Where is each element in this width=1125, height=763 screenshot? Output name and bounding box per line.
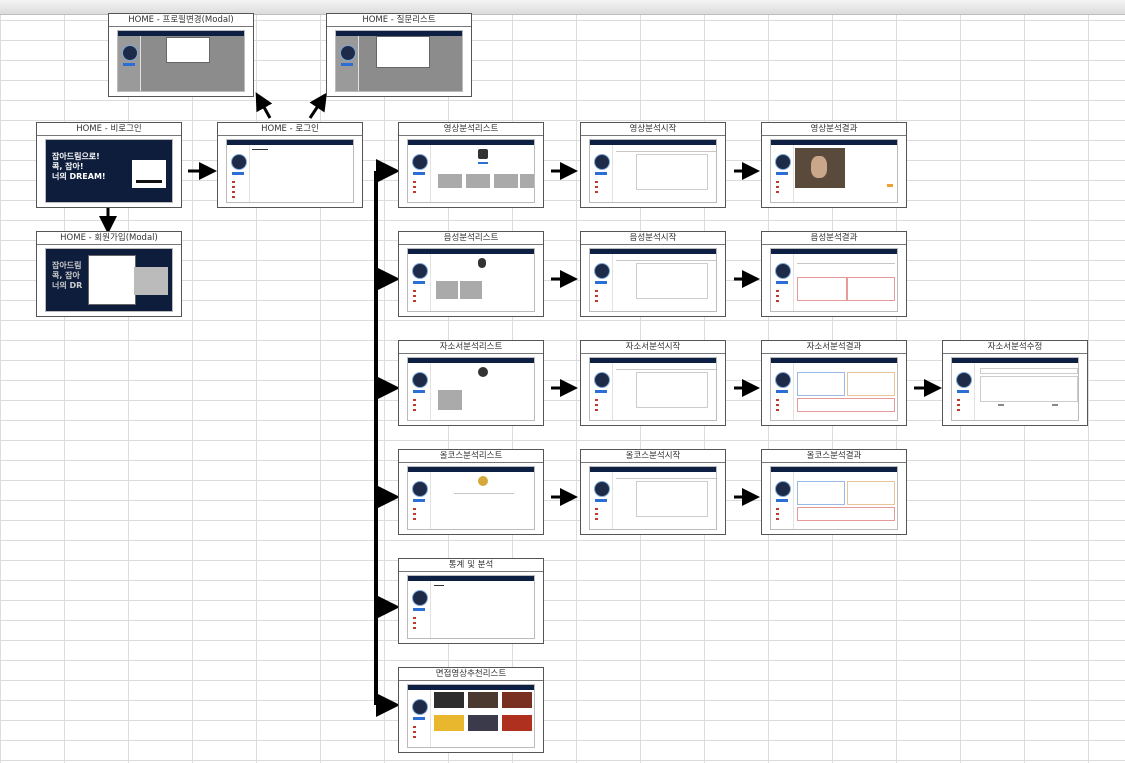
- screen-thumbnail: [770, 466, 898, 530]
- hero-line-2: 콕, 잡아!: [52, 162, 84, 171]
- screen-thumbnail: [407, 684, 535, 748]
- card-title: 통계 및 분석: [399, 559, 543, 572]
- card-title: 음성분석리스트: [399, 232, 543, 245]
- card-recommend: 면접영상추천리스트: [398, 667, 544, 753]
- screen-thumbnail: 잡아드림 콕, 잡아 너의 DR: [45, 248, 173, 312]
- card-voice-start: 음성분석시작: [580, 231, 726, 317]
- screen-thumbnail: [770, 357, 898, 421]
- card-title: HOME - 질문리스트: [327, 14, 471, 27]
- arrow-login-to-questions: [308, 92, 327, 119]
- arrow-login-to-profile: [255, 92, 273, 119]
- hero-signup-line-1: 잡아드림: [52, 261, 82, 270]
- screen-thumbnail: 잡아드림으로! 콕, 잡아! 너의 DREAM!: [45, 139, 173, 203]
- card-home-signup-modal: HOME - 회원가입(Modal) 잡아드림 콕, 잡아 너의 DR: [36, 231, 182, 317]
- card-title: 영상분석결과: [762, 123, 906, 136]
- card-essay-edit: 자소서분석수정: [942, 340, 1088, 426]
- screen-thumbnail: [770, 139, 898, 203]
- screen-thumbnail: [407, 575, 535, 639]
- card-course-result: 올코스분석결과: [761, 449, 907, 535]
- card-home-logged-in: HOME - 로그인: [217, 122, 363, 208]
- screen-thumbnail: [589, 248, 717, 312]
- screen-thumbnail: [589, 466, 717, 530]
- card-title: 영상분석리스트: [399, 123, 543, 136]
- hero-signup-line-3: 너의 DR: [52, 281, 83, 290]
- screen-thumbnail: [770, 248, 898, 312]
- card-title: 자소서분석수정: [943, 341, 1087, 354]
- card-title: 음성분석결과: [762, 232, 906, 245]
- card-title: 면접영상추천리스트: [399, 668, 543, 681]
- card-video-result: 영상분석결과: [761, 122, 907, 208]
- card-title: HOME - 로그인: [218, 123, 362, 136]
- card-voice-result: 음성분석결과: [761, 231, 907, 317]
- hero-line-3: 너의 DREAM!: [52, 172, 106, 181]
- screen-thumbnail: [335, 30, 463, 92]
- card-essay-start: 자소서분석시작: [580, 340, 726, 426]
- screen-thumbnail: [117, 30, 245, 92]
- card-video-list: 영상분석리스트: [398, 122, 544, 208]
- screen-thumbnail: [951, 357, 1079, 421]
- card-course-start: 올코스분석시작: [580, 449, 726, 535]
- card-essay-list: 자소서분석리스트: [398, 340, 544, 426]
- card-title: 영상분석시작: [581, 123, 725, 136]
- screen-thumbnail: [407, 466, 535, 530]
- hero-signup-line-2: 콕, 잡아: [52, 271, 80, 280]
- screen-thumbnail: [407, 357, 535, 421]
- card-course-list: 올코스분석리스트: [398, 449, 544, 535]
- card-title: 음성분석시작: [581, 232, 725, 245]
- card-title: HOME - 회원가입(Modal): [37, 232, 181, 245]
- card-home-profile-modal: HOME - 프로필변경(Modal): [108, 13, 254, 97]
- screen-thumbnail: [407, 248, 535, 312]
- screen-thumbnail: [589, 139, 717, 203]
- card-title: 올코스분석시작: [581, 450, 725, 463]
- screen-thumbnail: [407, 139, 535, 203]
- card-home-question-list: HOME - 질문리스트: [326, 13, 472, 97]
- card-essay-result: 자소서분석결과: [761, 340, 907, 426]
- card-video-start: 영상분석시작: [580, 122, 726, 208]
- card-stats: 통계 및 분석: [398, 558, 544, 644]
- card-title: HOME - 비로그인: [37, 123, 181, 136]
- screen-thumbnail: [226, 139, 354, 203]
- hero-line-1: 잡아드림으로!: [52, 152, 100, 161]
- card-voice-list: 음성분석리스트: [398, 231, 544, 317]
- card-title: 올코스분석결과: [762, 450, 906, 463]
- card-title: 자소서분석시작: [581, 341, 725, 354]
- card-title: 자소서분석리스트: [399, 341, 543, 354]
- screen-thumbnail: [589, 357, 717, 421]
- card-home-logged-out: HOME - 비로그인 잡아드림으로! 콕, 잡아! 너의 DREAM!: [36, 122, 182, 208]
- card-title: HOME - 프로필변경(Modal): [109, 14, 253, 27]
- card-title: 올코스분석리스트: [399, 450, 543, 463]
- card-title: 자소서분석결과: [762, 341, 906, 354]
